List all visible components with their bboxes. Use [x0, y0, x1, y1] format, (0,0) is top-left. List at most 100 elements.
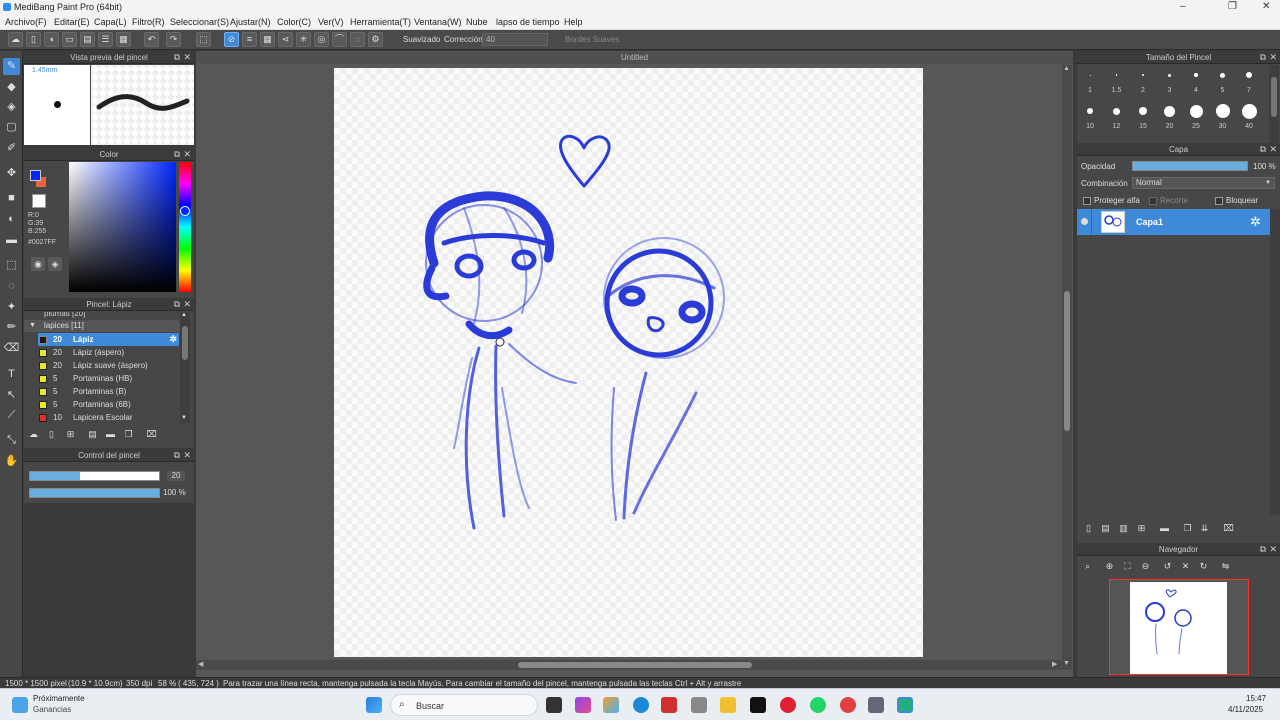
close-icon[interactable]: ✕ [1269, 543, 1277, 556]
brush-size-dot[interactable] [1168, 73, 1171, 77]
scroll-up-icon[interactable]: ▲ [181, 312, 187, 318]
brush-size-dot[interactable] [1215, 104, 1230, 118]
brush-size-dot[interactable] [1241, 103, 1257, 119]
fill-rect-tool-icon[interactable]: ■ [3, 190, 20, 207]
hue-handle[interactable] [180, 206, 190, 216]
float-icon[interactable]: ⧉ [174, 51, 180, 64]
layer-row[interactable]: Capa1 ✲ [1077, 209, 1270, 235]
scroll-right-icon[interactable]: ▶ [1052, 660, 1057, 668]
eye-icon[interactable] [1081, 218, 1088, 225]
bucket-tool-icon[interactable]: ◐ [3, 211, 20, 228]
close-icon[interactable]: ✕ [1269, 51, 1277, 64]
select-rect-tool-icon[interactable]: ⬚ [3, 257, 20, 274]
eyedropper-tool-icon[interactable]: ⤡ [3, 432, 20, 449]
new-halftone-layer-icon[interactable]: ▤ [1099, 522, 1112, 535]
lock-checkbox[interactable] [1215, 197, 1223, 205]
zoom-icon[interactable]: ⌕ [1081, 560, 1094, 573]
brush-size-dot[interactable] [1113, 107, 1120, 115]
close-icon[interactable]: ✕ [183, 449, 191, 462]
lasso-tool-icon[interactable]: ◌ [3, 278, 20, 295]
new-layer-icon[interactable]: ▯ [1082, 522, 1095, 535]
scroll-down-icon[interactable]: ▼ [181, 415, 187, 421]
reset-icon[interactable]: ✕ [1179, 560, 1192, 573]
primary-color-swatch[interactable] [30, 170, 41, 181]
menu-nube[interactable]: Nube [466, 17, 488, 27]
task-view-icon[interactable] [546, 697, 562, 713]
gradient-tool-icon[interactable]: ▬ [3, 232, 20, 249]
shape-tool-icon[interactable]: ▢ [3, 119, 20, 136]
brush-size-value[interactable]: 20 [167, 471, 185, 481]
close-icon[interactable]: ✕ [183, 148, 191, 161]
duplicate-icon[interactable]: ❐ [122, 428, 135, 441]
correction-input[interactable]: 40 [482, 33, 548, 46]
brush-size-dot[interactable] [1189, 104, 1203, 118]
close-icon[interactable]: ✕ [183, 298, 191, 311]
scroll-down-icon[interactable]: ▼ [1063, 660, 1070, 667]
float-icon[interactable]: ⧉ [174, 148, 180, 161]
canvas-horizontal-scrollbar[interactable]: ◀ ▶ [196, 660, 1062, 670]
clipping-checkbox[interactable] [1149, 197, 1157, 205]
menu-archivo[interactable]: Archivo(F) [5, 17, 47, 27]
brush-list-scrollbar[interactable]: ▲ ▼ [180, 312, 190, 423]
gear-icon[interactable]: ✲ [169, 333, 177, 346]
brush-size-dot[interactable] [1164, 105, 1175, 117]
menu-seleccionar[interactable]: Seleccionar(S) [170, 17, 229, 27]
brush-item[interactable]: 5 Portaminas (6B) [38, 398, 179, 411]
divide-tool-icon[interactable]: ⟋ [3, 407, 20, 424]
medibang-taskbar-icon[interactable] [897, 697, 913, 713]
undo-icon[interactable]: ↶ [144, 32, 159, 47]
snap-parallel-icon[interactable]: ≡ [242, 32, 257, 47]
rotate-right-icon[interactable]: ↻ [1197, 560, 1210, 573]
cloud-icon[interactable]: ☁ [8, 32, 23, 47]
clock-time[interactable]: 15:47 [1246, 694, 1266, 703]
brush-group-lapices[interactable]: ▼ lapices [11] [24, 320, 180, 332]
brush-item[interactable]: 10 Lapicera Escolar [38, 411, 179, 423]
snap-circle-icon[interactable]: ◎ [314, 32, 329, 47]
brush-size-dot[interactable] [1142, 74, 1144, 76]
snap-perspective-icon[interactable]: ⋖ [278, 32, 293, 47]
brush-group-plumas[interactable]: plumas [20] [24, 312, 180, 320]
menu-ver[interactable]: Ver(V) [318, 17, 344, 27]
snap-off-icon[interactable]: ⊘ [224, 32, 239, 47]
duplicate-layer-icon[interactable]: ❐ [1181, 522, 1194, 535]
menu-herramienta[interactable]: Herramienta(T) [350, 17, 411, 27]
widget-title[interactable]: Próximamente [33, 694, 85, 703]
weather-widget-icon[interactable] [12, 697, 28, 713]
select-pen-tool-icon[interactable]: ✏ [3, 319, 20, 336]
palette-icon[interactable]: ◉ [31, 257, 45, 271]
brush-size-dot[interactable] [1246, 72, 1252, 78]
layer-opacity-slider[interactable] [1132, 161, 1248, 171]
new-8bit-layer-icon[interactable]: ▥ [1117, 522, 1130, 535]
brush-size-dot[interactable] [1194, 73, 1198, 77]
minimize-icon[interactable]: – [1180, 1, 1186, 12]
colorful-app-icon[interactable] [603, 697, 619, 713]
brush-size-dot[interactable] [1139, 107, 1147, 115]
close-icon[interactable]: ✕ [183, 51, 191, 64]
menu-filtro[interactable]: Filtro(R) [132, 17, 165, 27]
menu-lapso[interactable]: lapso de tiempo [496, 17, 560, 27]
file-explorer-icon[interactable] [720, 697, 736, 713]
brush-item[interactable]: 20 Lápiz (áspero) [38, 346, 179, 359]
new-file-icon[interactable]: ▯ [26, 32, 41, 47]
snipping-tool-icon[interactable] [661, 697, 677, 713]
selection-icon[interactable]: ⬚ [196, 32, 211, 47]
new-brush-icon[interactable]: ▯ [45, 428, 58, 441]
speech-icon[interactable]: ◖ [44, 32, 59, 47]
brush-file-icon[interactable]: ▤ [86, 428, 99, 441]
scroll-up-icon[interactable]: ▲ [1063, 65, 1070, 72]
gear-icon[interactable]: ✲ [1250, 214, 1261, 230]
brush-size-slider[interactable] [29, 471, 160, 481]
blur-tool-icon[interactable]: ◈ [3, 99, 20, 116]
snap-radial-icon[interactable]: ✳ [296, 32, 311, 47]
zoom-in-icon[interactable]: ⊕ [1103, 560, 1116, 573]
whatsapp-icon[interactable] [810, 697, 826, 713]
magic-wand-tool-icon[interactable]: ✦ [3, 299, 20, 316]
canvas-vertical-scrollbar[interactable]: ▲ ▼ [1062, 65, 1072, 670]
text-tool-icon[interactable]: T [3, 366, 20, 383]
redo-icon[interactable]: ↷ [166, 32, 181, 47]
move-tool-icon[interactable]: ✥ [3, 165, 20, 182]
edge-icon[interactable] [633, 697, 649, 713]
opera-icon[interactable] [780, 697, 796, 713]
scroll-left-icon[interactable]: ◀ [198, 660, 203, 668]
eraser-tool-icon[interactable]: ◆ [3, 79, 20, 96]
